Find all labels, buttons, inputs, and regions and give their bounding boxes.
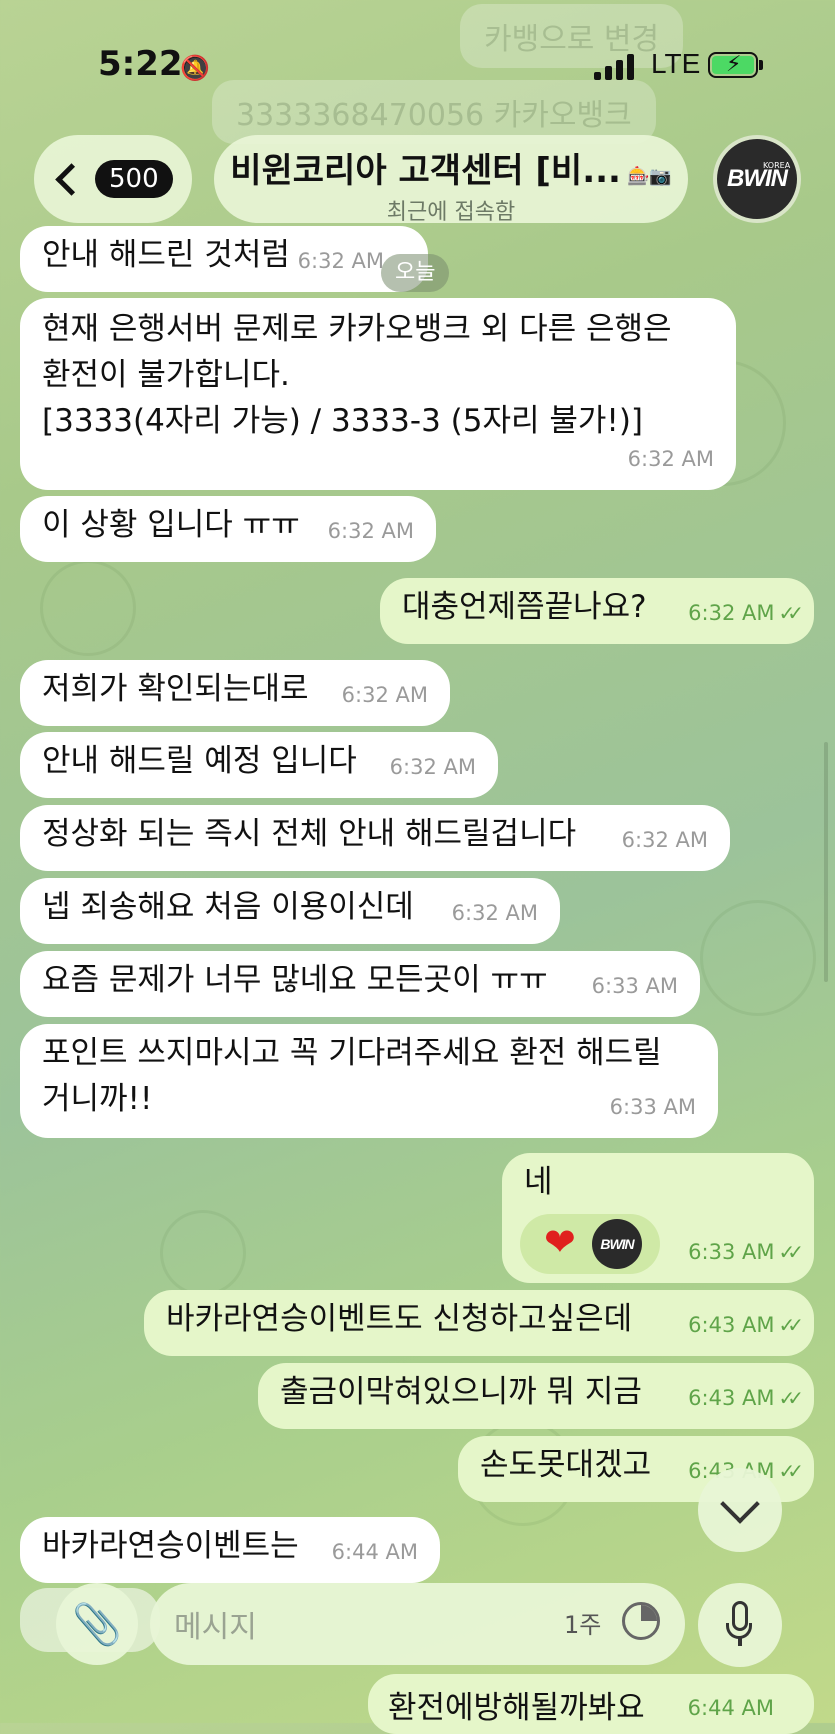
message-time: 6:43 AM ✓✓ [688,1375,804,1421]
message-text: 출금이막혀있으니까 뭐 지금 [280,1374,642,1410]
message-bubble-in[interactable]: 현재 은행서버 문제로 카카오뱅크 외 다른 은행은 환전이 불가합니다. [3… [20,298,736,490]
message-time: 6:32 AM [621,828,708,852]
title-emoji: 🎰📷 [626,166,672,187]
microphone-button[interactable] [698,1583,782,1667]
message-time: 6:32 AM [627,447,714,471]
paperclip-icon: 📎 [72,1601,122,1648]
reaction-pill[interactable]: ❤ BWIN [520,1214,660,1274]
bwin-logo: BWIN [600,1236,634,1252]
message-text: 바카라연승이벤트도 신청하고싶은데 [166,1301,633,1337]
message-time: 6:32 AM [327,519,414,543]
timer-icon[interactable] [622,1602,660,1640]
message-bubble-out[interactable]: 출금이막혀있으니까 뭐 지금 6:43 AM ✓✓ [258,1363,814,1429]
battery-tip [759,60,763,70]
time-text: 6:43 AM [688,1386,775,1410]
message-time: 6:32 AM ✓✓ [688,590,804,636]
message-text: 안내 해드린 것처럼 [42,237,290,273]
signal-icon [594,54,634,80]
chat-title-text: 비윈코리아 고객센터 [비... [230,151,621,191]
auto-delete-timer-label: 1주 [564,1611,602,1639]
message-text: 이 상황 입니다 ㅠㅠ [42,507,300,543]
message-time: 6:43 AM ✓✓ [688,1302,804,1348]
background-doodle [700,900,816,1016]
message-text: 현재 은행서버 문제로 카카오뱅크 외 다른 은행은 환전이 불가합니다. [3… [42,311,672,439]
unread-count-badge: 500 [95,160,173,198]
battery-icon: ⚡ [708,52,758,78]
scroll-down-button[interactable] [698,1468,782,1552]
message-time: 6:44 AM [331,1540,418,1564]
message-input-placeholder: 메시지 [174,1610,257,1645]
message-text: 환전에방해될까봐요 [388,1690,645,1726]
message-text: 정상화 되는 즉시 전체 안내 해드릴겁니다 [42,816,577,852]
message-time: 6:32 AM [451,901,538,925]
read-check-icon: ✓✓ [778,1240,803,1264]
message-time: 6:44 AM [687,1696,774,1720]
chat-subtitle: 최근에 접속함 [386,200,516,225]
message-bubble-in[interactable]: 저희가 확인되는대로 6:32 AM [20,660,450,726]
message-input[interactable]: 메시지 [150,1583,685,1665]
ghost-message: 카뱅으로 변경 [460,4,684,68]
chat-avatar[interactable]: KOREA BWIN [713,135,801,223]
message-bubble-out[interactable]: 바카라연승이벤트도 신청하고싶은데 6:43 AM ✓✓ [144,1290,814,1356]
message-text: 손도못대겠고 [480,1447,652,1483]
read-check-icon: ✓✓ [778,1386,803,1410]
back-button[interactable]: 500 [34,135,192,223]
chat-title: 비윈코리아 고객센터 [비... 🎰📷 [214,143,688,192]
read-check-icon: ✓✓ [778,1313,803,1337]
message-bubble-in[interactable]: 안내 해드릴 예정 입니다 6:32 AM [20,732,498,798]
scrollbar[interactable] [824,742,828,982]
background-doodle [160,1210,246,1296]
message-time: 6:33 AM ✓✓ [688,1229,804,1275]
message-time: 6:32 AM [297,249,384,273]
reaction-avatar: BWIN [592,1219,642,1269]
microphone-icon [698,1583,782,1667]
timer-slice [641,1605,657,1621]
message-bubble-in[interactable]: 안내 해드린 것처럼 6:32 AM [20,226,428,292]
message-text: 바카라연승이벤트는 [42,1528,299,1564]
background-doodle [40,560,136,656]
message-text: 대충언제쯤끝나요? [402,589,647,625]
network-label: LTE [651,48,701,79]
message-text: 저희가 확인되는대로 [42,671,309,707]
status-time: 5:22 [98,44,183,84]
message-text: 요즘 문제가 너무 많네요 모든곳이 ㅠㅠ [42,962,548,998]
message-text: 넵 죄송해요 처음 이용이신데 [42,889,414,925]
message-bubble-out[interactable]: 대충언제쯤끝나요? 6:32 AM ✓✓ [380,578,814,644]
message-text: 안내 해드릴 예정 입니다 [42,743,357,779]
read-check-icon: ✓✓ [778,601,803,625]
read-check-icon: ✓✓ [778,1459,803,1483]
chevron-down-icon [720,1484,760,1524]
mic-arc [726,1623,752,1639]
message-time: 6:32 AM [341,683,428,707]
message-bubble-in[interactable]: 포인트 쓰지마시고 꼭 기다려주세요 환전 해드릴 거니까!! 6:33 AM [20,1024,718,1138]
message-text: 포인트 쓰지마시고 꼭 기다려주세요 환전 해드릴 거니까!! [42,1035,662,1117]
message-time: 6:33 AM [609,1095,696,1119]
message-bubble-in[interactable]: 바카라연승이벤트는 6:44 AM [20,1517,440,1583]
message-time: 6:32 AM [389,755,476,779]
message-bubble-in[interactable]: 정상화 되는 즉시 전체 안내 해드릴겁니다 6:32 AM [20,805,730,871]
date-pill: 오늘 [381,254,450,292]
chevron-left-icon [55,162,88,196]
message-bubble-out[interactable]: 환전에방해될까봐요 6:44 AM [368,1674,814,1734]
time-text: 6:32 AM [688,601,775,625]
time-text: 6:33 AM [688,1240,775,1264]
logo-korea-text: KOREA [763,161,791,170]
message-text: 네 [524,1164,553,1200]
chat-title-area[interactable]: 비윈코리아 고객센터 [비... 🎰📷 최근에 접속함 [214,135,688,225]
message-bubble-in[interactable]: 요즘 문제가 너무 많네요 모든곳이 ㅠㅠ 6:33 AM [20,951,700,1017]
attach-button[interactable]: 📎 [56,1583,138,1665]
mic-stem [738,1638,742,1646]
message-bubble-in[interactable]: 이 상황 입니다 ㅠㅠ 6:32 AM [20,496,436,562]
message-bubble-in[interactable]: 넵 죄송해요 처음 이용이신데 6:32 AM [20,878,560,944]
message-time: 6:33 AM [591,974,678,998]
time-text: 6:43 AM [688,1313,775,1337]
bell-muted-icon: 🔕 [180,54,210,82]
heart-icon: ❤ [544,1220,576,1264]
